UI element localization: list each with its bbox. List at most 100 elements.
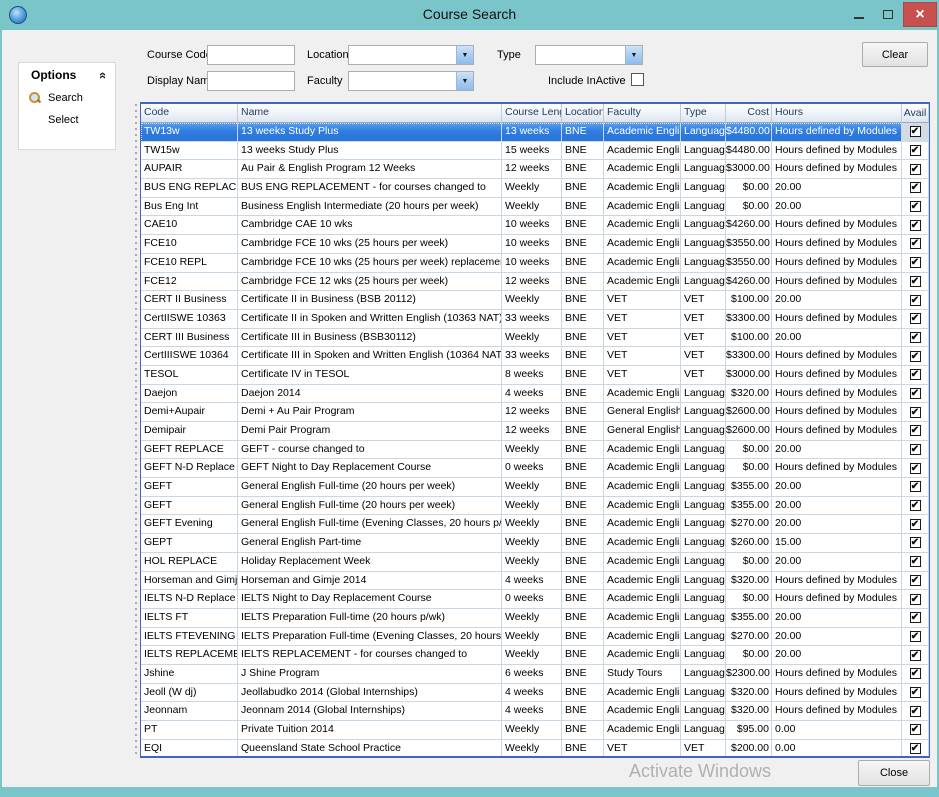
table-row[interactable]: TW15w13 weeks Study Plus15 weeksBNEAcade…	[141, 142, 929, 161]
panel-splitter-handle[interactable]	[133, 102, 139, 758]
table-row[interactable]: FCE10 REPLCambridge FCE 10 wks (25 hours…	[141, 254, 929, 273]
table-row[interactable]: GEFTGeneral English Full-time (20 hours …	[141, 478, 929, 497]
cell-type: VET	[681, 366, 726, 385]
avail-checkbox[interactable]: ✔	[910, 407, 921, 418]
table-row[interactable]: GEFT EveningGeneral English Full-time (E…	[141, 515, 929, 534]
column-header-name[interactable]: Name	[238, 104, 502, 123]
location-combobox[interactable]: ▼	[348, 45, 474, 65]
table-row[interactable]: AUPAIRAu Pair & English Program 12 Weeks…	[141, 160, 929, 179]
table-row[interactable]: IELTS REPLACEMENTIELTS REPLACEMENT - for…	[141, 646, 929, 665]
avail-checkbox[interactable]: ✔	[910, 519, 921, 530]
table-row[interactable]: CERT III BusinessCertificate III in Busi…	[141, 329, 929, 348]
table-row[interactable]: IELTS FTEVENINGIELTS Preparation Full-ti…	[141, 628, 929, 647]
avail-checkbox[interactable]: ✔	[910, 575, 921, 586]
avail-checkbox[interactable]: ✔	[910, 594, 921, 605]
type-combobox[interactable]: ▼	[535, 45, 643, 65]
table-row[interactable]: DemipairDemi Pair Program12 weeksBNEGene…	[141, 422, 929, 441]
table-row[interactable]: CertIIISWE 10364Certificate III in Spoke…	[141, 347, 929, 366]
table-row[interactable]: JshineJ Shine Program6 weeksBNEStudy Tou…	[141, 665, 929, 684]
avail-checkbox[interactable]: ✔	[910, 668, 921, 679]
table-row[interactable]: GEFTGeneral English Full-time (20 hours …	[141, 497, 929, 516]
cell-name: 13 weeks Study Plus	[238, 142, 502, 161]
column-header-type[interactable]: Type	[681, 104, 726, 123]
avail-checkbox[interactable]: ✔	[910, 145, 921, 156]
avail-checkbox[interactable]: ✔	[910, 201, 921, 212]
collapse-chevron-icon[interactable]: «	[96, 71, 111, 78]
table-row[interactable]: CAE10Cambridge CAE 10 wks10 weeksBNEAcad…	[141, 216, 929, 235]
table-row[interactable]: FCE10Cambridge FCE 10 wks (25 hours per …	[141, 235, 929, 254]
options-header[interactable]: Options «	[19, 63, 115, 87]
table-row[interactable]: CertIISWE 10363Certificate II in Spoken …	[141, 310, 929, 329]
avail-checkbox[interactable]: ✔	[910, 257, 921, 268]
avail-checkbox[interactable]: ✔	[910, 126, 921, 137]
include-inactive-checkbox[interactable]	[631, 73, 644, 86]
avail-checkbox[interactable]: ✔	[910, 743, 921, 754]
display-name-input[interactable]	[207, 71, 295, 91]
avail-checkbox[interactable]: ✔	[910, 238, 921, 249]
avail-checkbox[interactable]: ✔	[910, 388, 921, 399]
column-header-location[interactable]: Location	[562, 104, 604, 123]
cell-avail: ✔	[902, 441, 929, 460]
table-row[interactable]: Horseman and GimjeHorseman and Gimje 201…	[141, 572, 929, 591]
table-row[interactable]: CERT II BusinessCertificate II in Busine…	[141, 291, 929, 310]
avail-checkbox[interactable]: ✔	[910, 724, 921, 735]
avail-checkbox[interactable]: ✔	[910, 463, 921, 474]
table-row[interactable]: BUS ENG REPLACEMENTBUS ENG REPLACEMENT -…	[141, 179, 929, 198]
avail-checkbox[interactable]: ✔	[910, 444, 921, 455]
avail-checkbox[interactable]: ✔	[910, 351, 921, 362]
avail-checkbox[interactable]: ✔	[910, 650, 921, 661]
avail-checkbox[interactable]: ✔	[910, 631, 921, 642]
avail-checkbox[interactable]: ✔	[910, 612, 921, 623]
table-row[interactable]: TW13w13 weeks Study Plus13 weeksBNEAcade…	[141, 123, 929, 142]
avail-checkbox[interactable]: ✔	[910, 332, 921, 343]
table-row[interactable]: GEFT REPLACEGEFT - course changed toWeek…	[141, 441, 929, 460]
course-code-input[interactable]	[207, 45, 295, 65]
avail-checkbox[interactable]: ✔	[910, 481, 921, 492]
column-header-avail[interactable]: Avail	[902, 104, 929, 123]
table-row[interactable]: GEPTGeneral English Part-timeWeeklyBNEAc…	[141, 534, 929, 553]
table-row[interactable]: Bus Eng IntBusiness English Intermediate…	[141, 198, 929, 217]
column-header-faculty[interactable]: Faculty	[604, 104, 681, 123]
avail-checkbox[interactable]: ✔	[910, 500, 921, 511]
minimize-button[interactable]	[845, 0, 873, 28]
table-row[interactable]: TESOLCertificate IV in TESOL8 weeksBNEVE…	[141, 366, 929, 385]
avail-checkbox[interactable]: ✔	[910, 369, 921, 380]
column-header-code[interactable]: Code	[141, 104, 238, 123]
chevron-down-icon[interactable]: ▼	[456, 72, 473, 90]
column-header-hours[interactable]: Hours	[772, 104, 902, 123]
table-row[interactable]: FCE12Cambridge FCE 12 wks (25 hours per …	[141, 273, 929, 292]
close-button[interactable]: Close	[858, 760, 930, 786]
clear-button[interactable]: Clear	[862, 42, 928, 67]
avail-checkbox[interactable]: ✔	[910, 556, 921, 567]
column-header-cost[interactable]: Cost	[726, 104, 772, 123]
avail-checkbox[interactable]: ✔	[910, 182, 921, 193]
chevron-down-icon[interactable]: ▼	[456, 46, 473, 64]
table-row[interactable]: IELTS N-D ReplaceIELTS Night to Day Repl…	[141, 590, 929, 609]
sidebar-item-search[interactable]: Search	[19, 87, 115, 109]
close-window-button[interactable]: ×	[903, 2, 937, 27]
table-row[interactable]: HOL REPLACEHoliday Replacement WeekWeekl…	[141, 553, 929, 572]
faculty-combobox[interactable]: ▼	[348, 71, 474, 91]
avail-checkbox[interactable]: ✔	[910, 687, 921, 698]
avail-checkbox[interactable]: ✔	[910, 537, 921, 548]
avail-checkbox[interactable]: ✔	[910, 164, 921, 175]
sidebar-item-select[interactable]: Select	[19, 109, 115, 131]
avail-checkbox[interactable]: ✔	[910, 295, 921, 306]
table-row[interactable]: PTPrivate Tuition 2014WeeklyBNEAcademic …	[141, 721, 929, 740]
avail-checkbox[interactable]: ✔	[910, 706, 921, 717]
table-row[interactable]: GEFT N-D ReplaceGEFT Night to Day Replac…	[141, 459, 929, 478]
chevron-down-icon[interactable]: ▼	[625, 46, 642, 64]
maximize-button[interactable]	[874, 0, 902, 28]
table-row[interactable]: DaejonDaejon 20144 weeksBNEAcademic Engl…	[141, 385, 929, 404]
table-row[interactable]: IELTS FTIELTS Preparation Full-time (20 …	[141, 609, 929, 628]
avail-checkbox[interactable]: ✔	[910, 425, 921, 436]
column-header-course-length[interactable]: Course Length	[502, 104, 562, 123]
table-row[interactable]: Demi+AupairDemi + Au Pair Program12 week…	[141, 403, 929, 422]
avail-checkbox[interactable]: ✔	[910, 313, 921, 324]
table-row[interactable]: EQIQueensland State School PracticeWeekl…	[141, 740, 929, 758]
table-row[interactable]: Jeoll (W dj)Jeollabudko 2014 (Global Int…	[141, 684, 929, 703]
avail-checkbox[interactable]: ✔	[910, 220, 921, 231]
table-row[interactable]: JeonnamJeonnam 2014 (Global Internships)…	[141, 702, 929, 721]
cell-code: EQI	[141, 740, 238, 758]
avail-checkbox[interactable]: ✔	[910, 276, 921, 287]
